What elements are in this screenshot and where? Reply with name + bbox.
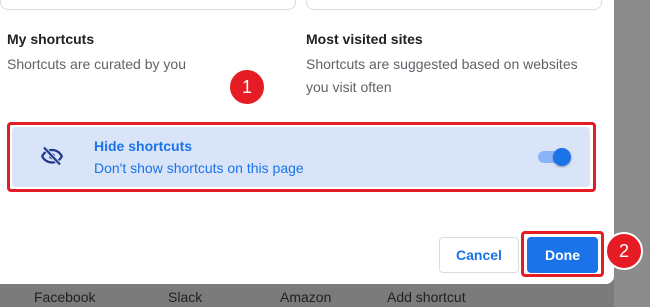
step-badge-1: 1 — [228, 68, 266, 106]
step-badge-2: 2 — [605, 232, 643, 270]
cancel-button[interactable]: Cancel — [439, 237, 519, 273]
annotation-highlight-box — [7, 122, 596, 192]
most-visited-option-card[interactable] — [306, 0, 602, 10]
most-visited-title: Most visited sites — [306, 31, 423, 47]
my-shortcuts-option-card[interactable] — [0, 0, 296, 10]
eye-off-icon — [40, 146, 64, 166]
my-shortcuts-description: Shortcuts are curated by you — [7, 56, 186, 72]
most-visited-description-line1: Shortcuts are suggested based on website… — [306, 56, 578, 72]
most-visited-description-line2: you visit often — [306, 79, 392, 95]
done-button[interactable]: Done — [527, 237, 598, 273]
my-shortcuts-title: My shortcuts — [7, 31, 95, 47]
hide-shortcuts-subtitle: Don't show shortcuts on this page — [94, 160, 304, 176]
shortcut-tile-label: Facebook — [34, 289, 96, 305]
toggle-knob[interactable] — [553, 148, 571, 166]
shortcut-tile-label: Add shortcut — [387, 289, 466, 305]
shortcut-tile-label: Slack — [168, 289, 203, 305]
customize-dialog: My shortcuts Shortcuts are curated by yo… — [0, 0, 614, 284]
hide-shortcuts-title: Hide shortcuts — [94, 138, 193, 154]
shortcut-tile-label: Amazon — [280, 289, 332, 305]
